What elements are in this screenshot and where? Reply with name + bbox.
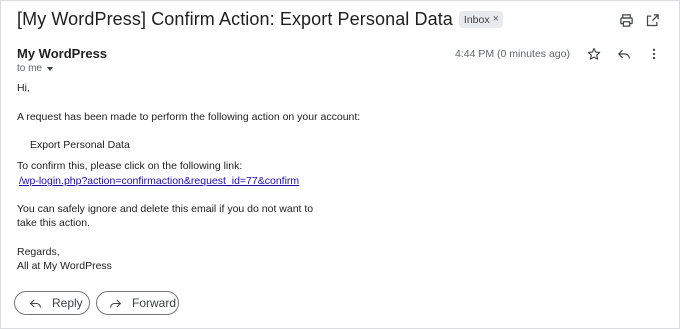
thread-toolbar bbox=[618, 12, 660, 28]
forward-button-label: Forward bbox=[132, 296, 177, 310]
forward-button[interactable]: Forward bbox=[96, 291, 179, 315]
reply-icon bbox=[30, 299, 41, 308]
body-intro: A request has been made to perform the f… bbox=[17, 111, 361, 123]
message-actions bbox=[586, 46, 662, 62]
remove-label-icon[interactable]: × bbox=[493, 14, 499, 25]
reply-button-label: Reply bbox=[52, 296, 83, 310]
open-in-new-window-icon[interactable] bbox=[644, 12, 660, 28]
message-meta: 4:44 PM (0 minutes ago) bbox=[455, 46, 662, 62]
recipient-details-toggle[interactable]: to me bbox=[17, 63, 54, 74]
star-icon[interactable] bbox=[586, 46, 602, 62]
reply-icon[interactable] bbox=[616, 46, 632, 62]
chevron-down-icon[interactable] bbox=[47, 66, 54, 71]
body-signature: All at My WordPress bbox=[17, 260, 112, 272]
sender-name: My WordPress bbox=[17, 46, 108, 61]
print-icon[interactable] bbox=[618, 12, 634, 28]
message-timestamp: 4:44 PM (0 minutes ago) bbox=[455, 48, 570, 60]
subject-row: [My WordPress] Confirm Action: Export Pe… bbox=[17, 9, 504, 30]
inbox-label-chip[interactable]: Inbox × bbox=[458, 11, 504, 28]
recipient-line: to me bbox=[17, 63, 43, 74]
confirm-link[interactable]: /wp-login.php?action=confirmaction&reque… bbox=[19, 175, 299, 187]
body-action-name: Export Personal Data bbox=[30, 139, 130, 151]
inbox-label-text: Inbox bbox=[463, 13, 490, 26]
email-subject: [My WordPress] Confirm Action: Export Pe… bbox=[17, 9, 453, 29]
forward-icon bbox=[110, 299, 121, 308]
body-regards: Regards, bbox=[17, 246, 60, 258]
body-ignore-line-1: You can safely ignore and delete this em… bbox=[17, 203, 314, 215]
reply-button[interactable]: Reply bbox=[14, 291, 90, 315]
body-greeting: Hi, bbox=[17, 82, 30, 94]
body-confirm-prompt: To confirm this, please click on the fol… bbox=[17, 160, 243, 172]
more-vertical-icon[interactable] bbox=[646, 46, 662, 62]
body-ignore-line-2: take this action. bbox=[17, 217, 90, 229]
